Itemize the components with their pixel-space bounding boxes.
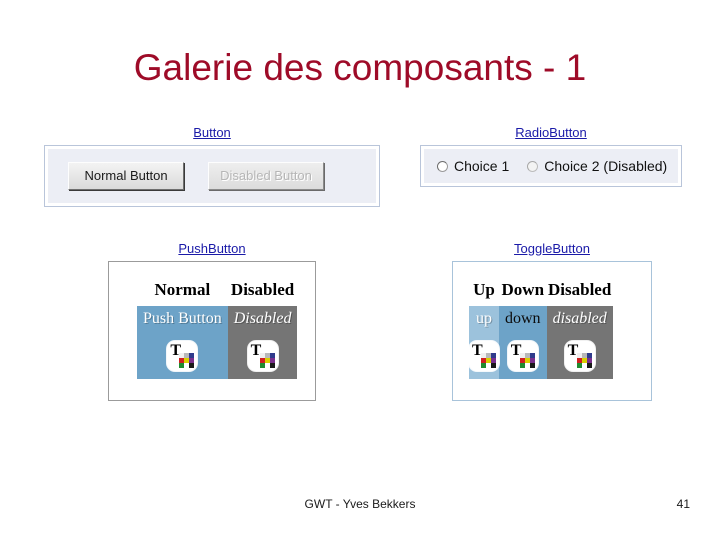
toggle-disabled-icon-cell: T xyxy=(546,332,613,379)
palette-swatches-icon xyxy=(179,352,195,368)
toggle-disabled-cell: disabled xyxy=(546,306,613,332)
group-radiobutton: RadioButton Choice 1 Choice 2 (Disabled) xyxy=(420,125,682,187)
button-demo-panel: Normal Button Disabled Button xyxy=(44,145,380,207)
group-pushbutton-title: PushButton xyxy=(178,241,246,256)
table-header-row: Up Down Disabled xyxy=(469,280,613,306)
palette-swatches-icon xyxy=(519,352,535,368)
toggle-up-cell[interactable]: up xyxy=(469,306,499,332)
group-pushbutton: PushButton Normal Disabled Push Button D… xyxy=(108,241,316,401)
palette-swatches-icon xyxy=(259,352,275,368)
table-row: Push Button Disabled xyxy=(137,306,298,332)
radio-choice-2-label: Choice 2 (Disabled) xyxy=(544,158,668,174)
toggle-down-icon-cell[interactable]: T xyxy=(499,332,547,379)
pushbutton-demo-panel: Normal Disabled Push Button Disabled T T xyxy=(108,261,316,401)
radio-unchecked-disabled-icon xyxy=(527,160,539,172)
disabled-button: Disabled Button xyxy=(208,162,324,190)
text-palette-icon: T xyxy=(564,340,595,371)
toggle-button-up[interactable]: up xyxy=(469,306,499,332)
togglebutton-grid: Up Down Disabled up down disabled T T T xyxy=(469,280,613,379)
text-palette-icon: T xyxy=(247,340,278,371)
group-radiobutton-title: RadioButton xyxy=(515,125,587,140)
toggle-button-disabled: disabled xyxy=(552,310,607,327)
palette-swatches-icon xyxy=(576,352,592,368)
toggle-header-up: Up xyxy=(473,280,495,299)
push-button-normal[interactable]: Push Button xyxy=(137,306,228,332)
normal-button[interactable]: Normal Button xyxy=(68,162,184,190)
toggle-up-icon-cell[interactable]: T xyxy=(469,332,499,379)
button-demo-panel-inner: Normal Button Disabled Button xyxy=(48,149,376,203)
push-normal-cell[interactable]: Push Button xyxy=(137,306,228,332)
radio-choice-2: Choice 2 (Disabled) xyxy=(527,159,667,173)
toggle-button-down[interactable]: down xyxy=(499,306,547,332)
table-header-row: Normal Disabled xyxy=(137,280,297,306)
toggle-header-disabled: Disabled xyxy=(548,280,612,299)
radiobutton-demo-panel-inner: Choice 1 Choice 2 (Disabled) xyxy=(424,149,678,183)
pushbutton-grid: Normal Disabled Push Button Disabled T T xyxy=(137,280,298,379)
text-palette-icon[interactable]: T xyxy=(469,340,499,371)
footer-page-number: 41 xyxy=(676,497,690,511)
group-togglebutton: ToggleButton Up Down Disabled up down di… xyxy=(452,241,652,401)
push-header-disabled: Disabled xyxy=(230,280,295,299)
push-button-disabled: Disabled xyxy=(233,310,292,327)
table-row: up down disabled xyxy=(469,306,613,332)
text-palette-icon[interactable]: T xyxy=(167,340,198,371)
radio-choice-1[interactable]: Choice 1 xyxy=(437,159,509,173)
table-row: T T xyxy=(137,332,298,379)
push-disabled-icon-cell: T xyxy=(227,332,298,379)
toggle-down-cell[interactable]: down xyxy=(499,306,547,332)
radio-choice-1-label: Choice 1 xyxy=(454,158,510,174)
togglebutton-demo-panel: Up Down Disabled up down disabled T T T xyxy=(452,261,652,401)
group-button-title: Button xyxy=(193,125,231,140)
group-button: Button Normal Button Disabled Button xyxy=(44,125,380,207)
toggle-header-down: Down xyxy=(501,280,545,299)
push-header-normal: Normal xyxy=(154,280,211,299)
push-disabled-cell: Disabled xyxy=(227,306,298,332)
table-row: T T xyxy=(469,332,613,379)
push-normal-icon-cell[interactable]: T xyxy=(137,332,228,379)
radiobutton-demo-panel: Choice 1 Choice 2 (Disabled) xyxy=(420,145,682,187)
page-title: Galerie des composants - 1 xyxy=(133,47,587,88)
radio-unchecked-icon[interactable] xyxy=(437,160,448,172)
palette-swatches-icon xyxy=(481,352,496,368)
group-togglebutton-title: ToggleButton xyxy=(514,241,590,256)
footer-text: GWT - Yves Bekkers xyxy=(304,497,416,511)
text-palette-icon[interactable]: T xyxy=(507,340,538,371)
